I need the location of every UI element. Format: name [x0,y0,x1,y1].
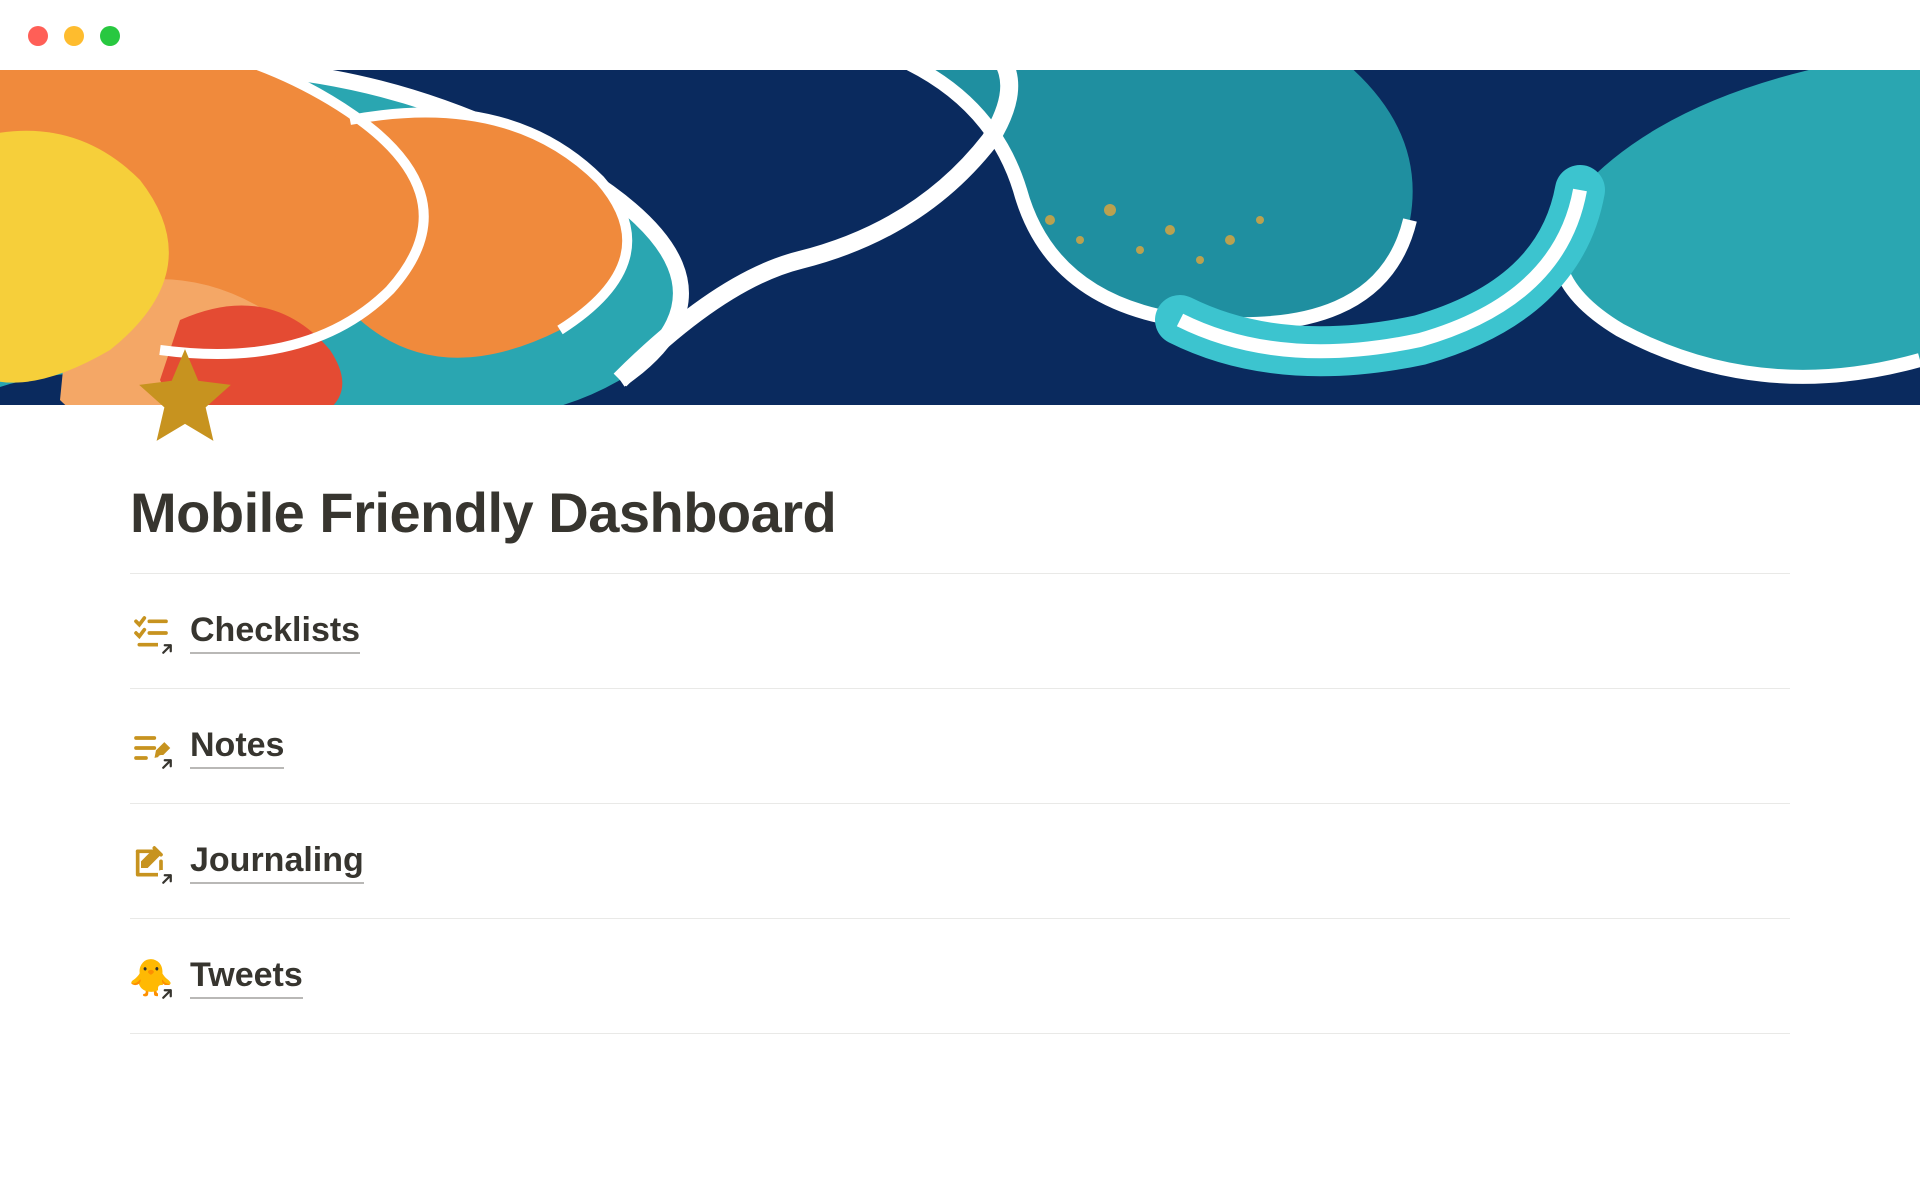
star-icon [130,340,240,450]
page-content: Mobile Friendly Dashboard [130,480,1790,1034]
link-label: Journaling [190,842,364,883]
page-icon[interactable] [130,340,240,450]
link-checklists[interactable]: Checklists [130,574,1790,689]
chick-emoji: 🐥 [130,957,172,999]
close-window-button[interactable] [28,26,48,46]
page-cover[interactable] [0,70,1920,405]
link-journaling[interactable]: Journaling [130,804,1790,919]
page-title: Mobile Friendly Dashboard [130,480,1790,545]
link-label: Checklists [190,612,360,653]
link-tweets[interactable]: 🐥 Tweets [130,919,1790,1034]
minimize-window-button[interactable] [64,26,84,46]
link-label: Tweets [190,957,303,998]
page-links-list: Checklists Notes [130,574,1790,1034]
maximize-window-button[interactable] [100,26,120,46]
notes-icon [130,727,172,769]
edit-square-icon [130,842,172,884]
window-controls [28,26,120,46]
link-notes[interactable]: Notes [130,689,1790,804]
app-window: Mobile Friendly Dashboard [0,0,1920,1200]
link-label: Notes [190,727,284,768]
checklist-icon [130,612,172,654]
